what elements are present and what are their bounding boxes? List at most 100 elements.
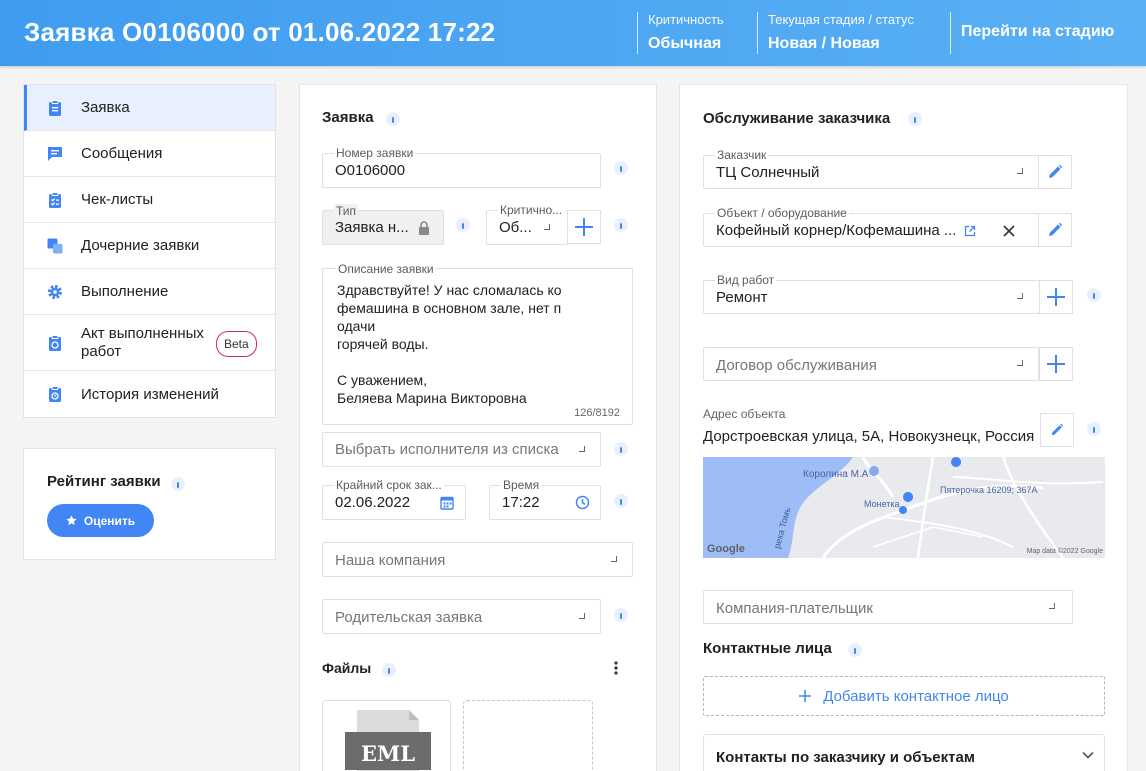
clock-icon[interactable] bbox=[575, 495, 590, 510]
object-select[interactable]: Объект / оборудование Кофейный корнер/Ко… bbox=[703, 206, 1039, 247]
customer-select[interactable]: Заказчик ТЦ Солнечный bbox=[703, 148, 1039, 189]
chevron-down-icon bbox=[1017, 293, 1023, 299]
type-value: Заявка н... bbox=[335, 219, 409, 236]
gear-icon bbox=[48, 284, 62, 299]
file-card[interactable]: EML bbox=[322, 700, 451, 771]
pencil-icon bbox=[1049, 164, 1063, 178]
close-icon[interactable] bbox=[1003, 225, 1015, 237]
time-field[interactable]: Время 17:22 bbox=[489, 478, 601, 520]
add-work-type-button[interactable] bbox=[1039, 280, 1073, 314]
criticality-select[interactable]: Критично... Об... bbox=[486, 203, 568, 245]
executor-select[interactable]: Выбрать исполнителя из списка bbox=[322, 432, 601, 467]
add-contract-button[interactable] bbox=[1039, 347, 1073, 381]
work-type-value: Ремонт bbox=[716, 289, 768, 306]
beta-badge: Beta bbox=[216, 331, 257, 357]
sidebar-item-history[interactable]: История изменений bbox=[24, 371, 275, 417]
chevron-down-icon bbox=[1049, 603, 1055, 609]
info-icon[interactable] bbox=[614, 442, 628, 456]
info-icon[interactable] bbox=[382, 663, 396, 677]
info-icon[interactable] bbox=[614, 608, 628, 622]
add-contact-button[interactable]: Добавить контактное лицо bbox=[703, 676, 1105, 716]
info-icon[interactable] bbox=[1087, 422, 1101, 436]
add-criticality-button[interactable] bbox=[567, 210, 601, 244]
service-contract-select[interactable]: Договор обслуживания bbox=[703, 347, 1039, 381]
page-header: Заявка O0106000 от 01.06.2022 17:22 Крит… bbox=[0, 0, 1146, 66]
calendar-icon[interactable] bbox=[440, 495, 454, 510]
customer-section-title: Обслуживание заказчика bbox=[703, 110, 891, 127]
header-divider bbox=[637, 12, 638, 54]
sidebar-item-label: Акт выполненных работ bbox=[81, 324, 204, 360]
customer-value: ТЦ Солнечный bbox=[716, 164, 820, 181]
sidebar-item-act[interactable]: Акт выполненных работ Beta bbox=[24, 315, 275, 371]
criticality-select-value: Об... bbox=[499, 219, 532, 236]
stage-value: Новая / Новая bbox=[768, 35, 880, 52]
request-number-value: O0106000 bbox=[335, 162, 406, 179]
edit-customer-button[interactable] bbox=[1038, 155, 1072, 189]
act-icon bbox=[49, 334, 61, 351]
info-icon[interactable] bbox=[1087, 288, 1101, 302]
google-logo: Google bbox=[707, 543, 745, 555]
chevron-down-icon bbox=[1082, 751, 1094, 759]
lock-icon bbox=[419, 221, 429, 235]
contacts-accordion[interactable]: Контакты по заказчику и объектам bbox=[703, 734, 1105, 771]
description-text: Здравствуйте! У нас сломалась ко фемашин… bbox=[337, 282, 562, 406]
info-icon[interactable] bbox=[386, 112, 400, 126]
parent-request-select[interactable]: Родительская заявка bbox=[322, 599, 601, 634]
our-company-select[interactable]: Наша компания bbox=[322, 542, 633, 577]
page-title: Заявка O0106000 от 01.06.2022 17:22 bbox=[24, 17, 496, 47]
goto-stage-button[interactable]: Перейти на стадию bbox=[961, 23, 1114, 41]
plus-icon bbox=[799, 690, 812, 702]
info-icon[interactable] bbox=[171, 477, 185, 491]
address-label: Адрес объекта bbox=[703, 407, 786, 421]
sidebar-item-label: История изменений bbox=[81, 385, 219, 403]
files-title: Файлы bbox=[322, 660, 372, 676]
payer-company-select[interactable]: Компания-плательщик bbox=[703, 590, 1073, 624]
file-upload-dropzone[interactable] bbox=[463, 700, 593, 771]
description-counter: 126/8192 bbox=[574, 407, 620, 419]
star-icon bbox=[66, 515, 77, 525]
info-icon[interactable] bbox=[456, 218, 470, 232]
header-divider bbox=[757, 12, 758, 54]
sidebar-item-child-requests[interactable]: Дочерние заявки bbox=[24, 223, 275, 269]
map-label-place2: Монетка bbox=[864, 499, 900, 509]
map[interactable]: Королина М.А Монетка Пятерочка 16209; 36… bbox=[703, 457, 1105, 558]
checklist-icon bbox=[49, 191, 61, 208]
address-value: Дорстроевская улица, 5А, Новокузнецк, Ро… bbox=[703, 428, 1035, 445]
stage-label: Текущая стадия / статус bbox=[768, 12, 914, 27]
rating-title: Рейтинг заявки bbox=[47, 473, 161, 490]
edit-address-button[interactable] bbox=[1040, 413, 1074, 447]
sidebar-item-request[interactable]: Заявка bbox=[24, 85, 275, 131]
chat-icon bbox=[48, 146, 62, 161]
request-number-field[interactable]: Номер заявки O0106000 bbox=[322, 146, 601, 188]
info-icon[interactable] bbox=[848, 643, 862, 657]
rate-button-label: Оценить bbox=[83, 513, 136, 528]
sidebar-item-checklists[interactable]: Чек-листы bbox=[24, 177, 275, 223]
file-type-label: EML bbox=[360, 741, 416, 766]
child-requests-icon bbox=[47, 238, 63, 253]
sidebar-nav: Заявка Сообщения Чек-листы Дочерние заяв… bbox=[23, 84, 276, 418]
criticality-value: Обычная bbox=[648, 35, 722, 52]
info-icon[interactable] bbox=[614, 494, 628, 508]
info-icon[interactable] bbox=[908, 112, 922, 126]
deadline-date-field[interactable]: Крайний срок зак... 02.06.2022 bbox=[322, 478, 466, 520]
map-attribution: Map data ©2022 Google bbox=[1026, 548, 1103, 555]
edit-object-button[interactable] bbox=[1038, 213, 1072, 247]
type-field: Тип Заявка н... bbox=[322, 204, 444, 245]
open-link-icon[interactable] bbox=[964, 225, 976, 237]
sidebar-item-messages[interactable]: Сообщения bbox=[24, 131, 275, 177]
contacts-title: Контактные лица bbox=[703, 640, 832, 657]
sidebar-item-execution[interactable]: Выполнение bbox=[24, 269, 275, 315]
rating-card: Рейтинг заявки Оценить bbox=[23, 448, 276, 560]
history-icon bbox=[49, 386, 61, 402]
rate-button[interactable]: Оценить bbox=[47, 504, 154, 537]
clipboard-icon bbox=[49, 99, 61, 116]
info-icon[interactable] bbox=[614, 218, 628, 232]
sidebar-item-label: Заявка bbox=[81, 99, 130, 116]
work-type-select[interactable]: Вид работ Ремонт bbox=[703, 273, 1040, 314]
criticality-label: Критичность bbox=[648, 12, 724, 27]
sidebar-item-label: Выполнение bbox=[81, 283, 169, 300]
more-vert-icon[interactable] bbox=[612, 660, 620, 676]
request-section-title: Заявка bbox=[322, 109, 374, 126]
chevron-down-icon bbox=[1017, 360, 1023, 366]
info-icon[interactable] bbox=[614, 161, 628, 175]
